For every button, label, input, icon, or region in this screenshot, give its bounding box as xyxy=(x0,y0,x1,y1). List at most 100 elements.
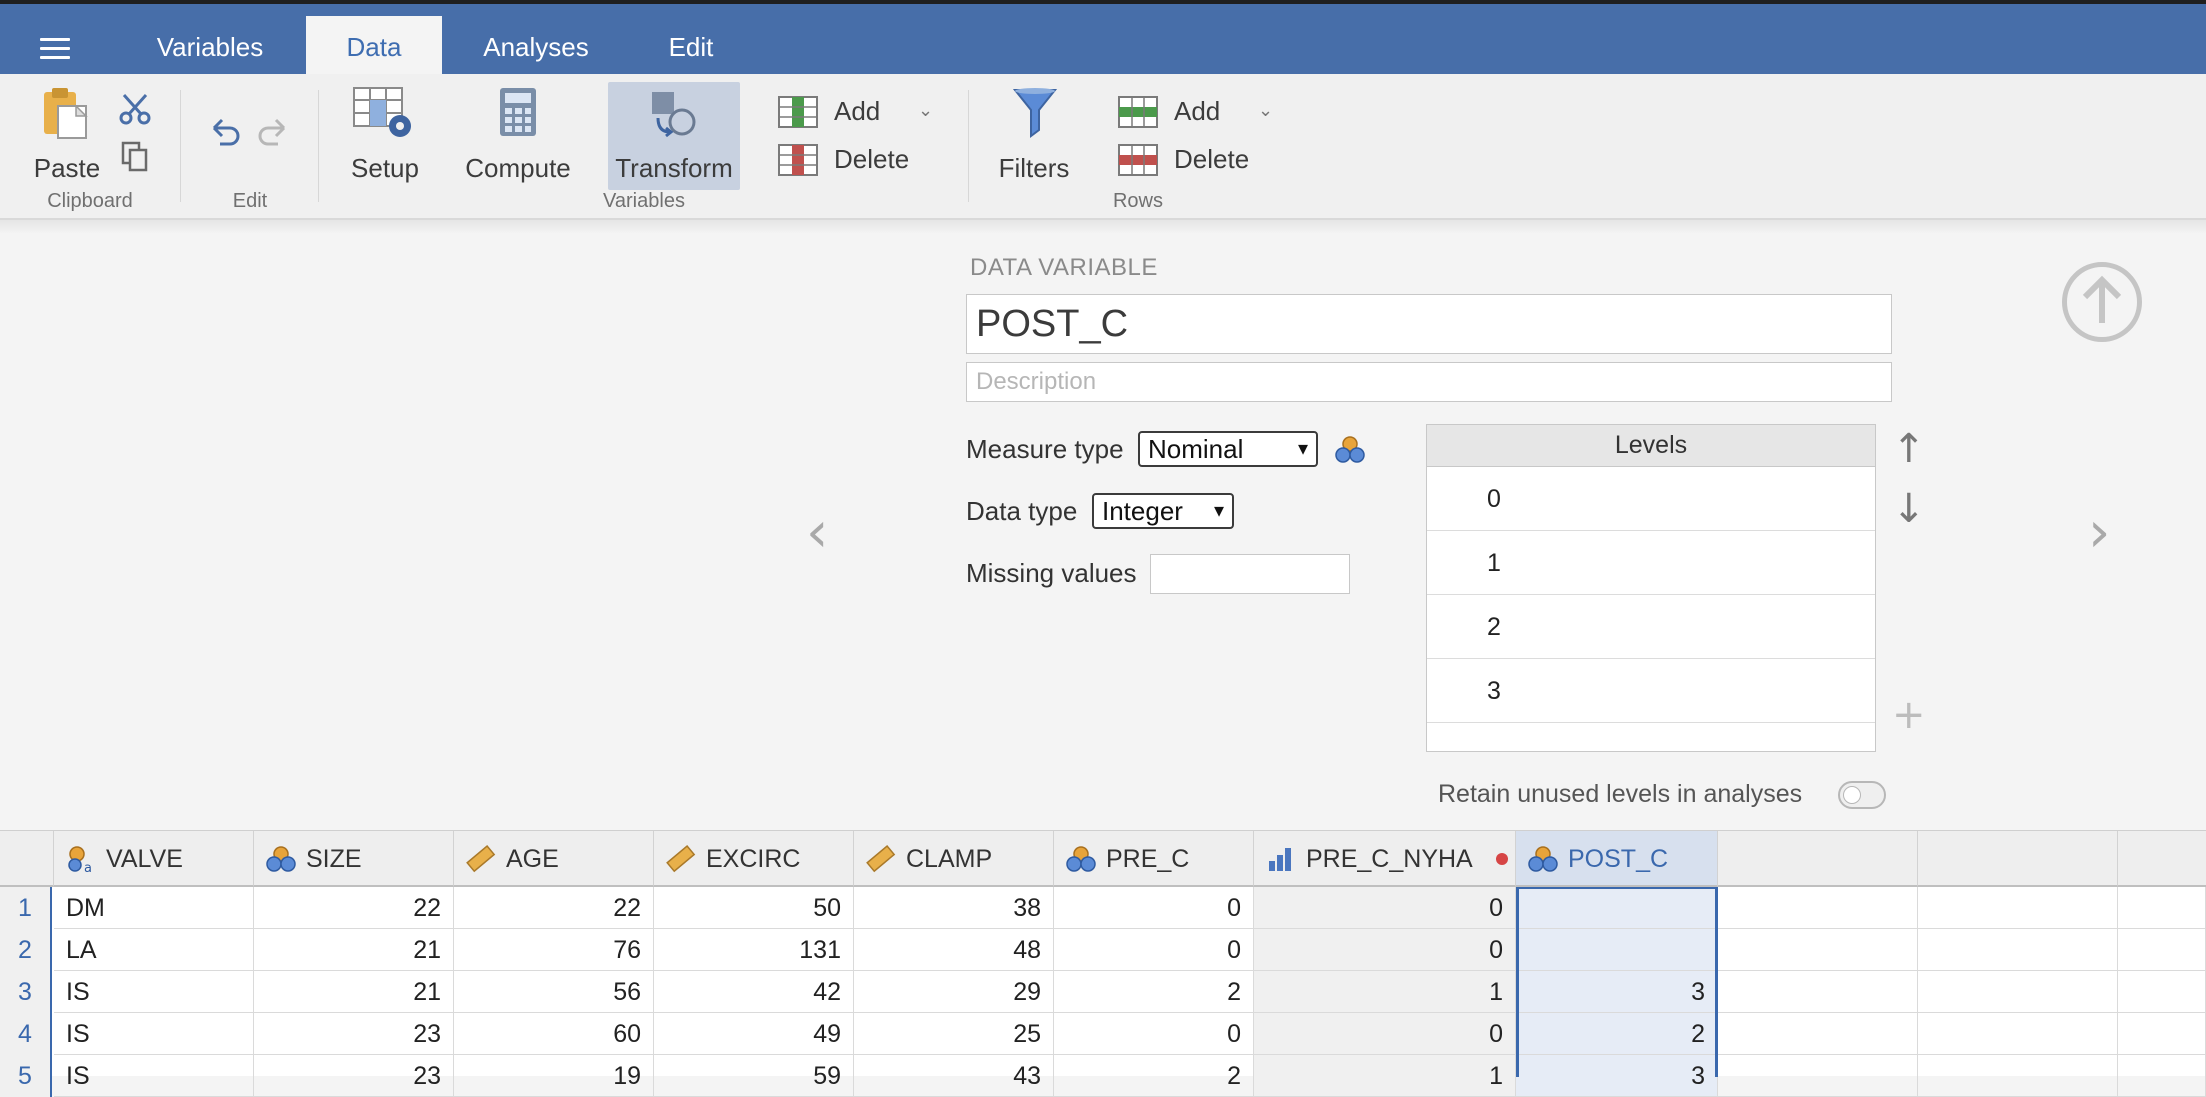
tab-variables[interactable]: Variables xyxy=(132,16,288,78)
table-cell[interactable]: 23 xyxy=(254,1013,454,1055)
tab-edit[interactable]: Edit xyxy=(646,16,736,78)
table-cell[interactable]: 0 xyxy=(1254,1013,1516,1055)
table-cell[interactable]: 49 xyxy=(654,1013,854,1055)
table-cell[interactable] xyxy=(2118,971,2206,1013)
column-header-empty[interactable] xyxy=(1918,831,2118,887)
previous-variable-chevron-left-icon[interactable]: ‹ xyxy=(806,500,828,565)
variable-description-input[interactable]: Description xyxy=(966,362,1892,402)
table-cell[interactable] xyxy=(1918,887,2118,929)
table-cell[interactable]: 0 xyxy=(1054,1013,1254,1055)
table-cell[interactable]: 29 xyxy=(854,971,1054,1013)
filters-button[interactable]: Filters xyxy=(990,84,1078,184)
table-cell[interactable]: IS xyxy=(54,971,254,1013)
copy-icon[interactable] xyxy=(120,140,150,174)
level-item[interactable]: 1 xyxy=(1427,531,1875,595)
column-header-valve[interactable]: a VALVE xyxy=(54,831,254,887)
cut-icon[interactable] xyxy=(118,92,152,126)
measure-type-select[interactable]: Nominal ▾ xyxy=(1138,431,1318,467)
table-cell[interactable] xyxy=(2118,1055,2206,1097)
add-row-button[interactable]: Add xyxy=(1174,96,1220,127)
table-cell[interactable]: 0 xyxy=(1254,887,1516,929)
column-header-empty[interactable] xyxy=(2118,831,2206,887)
table-cell[interactable]: 21 xyxy=(254,971,454,1013)
row-number[interactable]: 5 xyxy=(0,1055,52,1097)
row-number[interactable]: 2 xyxy=(0,929,52,971)
table-cell[interactable]: LA xyxy=(54,929,254,971)
table-cell[interactable] xyxy=(1718,1055,1918,1097)
tab-data[interactable]: Data xyxy=(306,16,442,78)
tab-analyses[interactable]: Analyses xyxy=(462,16,610,78)
table-cell[interactable] xyxy=(1918,971,2118,1013)
redo-icon[interactable] xyxy=(256,114,292,150)
setup-button[interactable]: Setup xyxy=(340,84,430,184)
table-cell[interactable] xyxy=(1718,971,1918,1013)
move-level-down-arrow-icon[interactable]: ↓ xyxy=(1892,486,1926,532)
table-cell[interactable]: 2 xyxy=(1054,1055,1254,1097)
add-row-icon[interactable] xyxy=(1118,96,1158,128)
add-row-chevron-down-icon[interactable]: ⌄ xyxy=(1258,100,1273,121)
table-cell[interactable]: 42 xyxy=(654,971,854,1013)
table-cell[interactable]: 50 xyxy=(654,887,854,929)
table-cell[interactable] xyxy=(1918,1055,2118,1097)
table-cell[interactable]: 48 xyxy=(854,929,1054,971)
table-cell[interactable]: 3 xyxy=(1516,971,1718,1013)
table-cell[interactable] xyxy=(1718,929,1918,971)
next-variable-chevron-right-icon[interactable]: › xyxy=(2088,500,2110,565)
undo-icon[interactable] xyxy=(206,114,242,150)
table-cell[interactable] xyxy=(2118,929,2206,971)
column-header-post-c[interactable]: POST_C xyxy=(1516,831,1718,887)
data-type-select[interactable]: Integer ▾ xyxy=(1092,493,1234,529)
hamburger-menu-icon[interactable] xyxy=(40,38,72,60)
table-cell[interactable]: 131 xyxy=(654,929,854,971)
table-cell[interactable] xyxy=(1918,929,2118,971)
table-cell[interactable]: 2 xyxy=(1516,1013,1718,1055)
column-header-excirc[interactable]: EXCIRC xyxy=(654,831,854,887)
column-header-pre-c-nyha[interactable]: PRE_C_NYHA xyxy=(1254,831,1516,887)
transform-button[interactable]: Transform xyxy=(608,84,740,184)
table-cell[interactable]: 0 xyxy=(1254,929,1516,971)
table-cell[interactable]: 60 xyxy=(454,1013,654,1055)
table-cell[interactable]: 3 xyxy=(1516,1055,1718,1097)
retain-unused-levels-toggle[interactable] xyxy=(1838,781,1886,809)
table-cell[interactable]: 56 xyxy=(454,971,654,1013)
level-item[interactable]: 3 xyxy=(1427,659,1875,723)
table-cell[interactable]: 38 xyxy=(854,887,1054,929)
missing-values-input[interactable] xyxy=(1150,554,1350,594)
table-cell[interactable]: 1 xyxy=(1254,971,1516,1013)
add-variable-chevron-down-icon[interactable]: ⌄ xyxy=(918,100,933,121)
compute-button[interactable]: Compute xyxy=(458,84,578,184)
table-cell[interactable]: 22 xyxy=(454,887,654,929)
row-number[interactable]: 4 xyxy=(0,1013,52,1055)
row-number[interactable]: 1 xyxy=(0,887,52,929)
add-variable-button[interactable]: Add xyxy=(834,96,880,127)
table-cell[interactable] xyxy=(1718,1013,1918,1055)
table-cell[interactable]: 0 xyxy=(1054,887,1254,929)
table-cell[interactable] xyxy=(1516,887,1718,929)
table-cell[interactable] xyxy=(1516,929,1718,971)
table-cell[interactable]: 0 xyxy=(1054,929,1254,971)
table-cell[interactable]: 43 xyxy=(854,1055,1054,1097)
table-cell[interactable]: 1 xyxy=(1254,1055,1516,1097)
row-number[interactable]: 3 xyxy=(0,971,52,1013)
variable-name-input[interactable]: POST_C xyxy=(966,294,1892,354)
collapse-editor-up-arrow-icon[interactable] xyxy=(2062,262,2142,342)
delete-variable-button[interactable]: Delete xyxy=(834,144,909,175)
table-cell[interactable]: DM xyxy=(54,887,254,929)
table-cell[interactable] xyxy=(2118,1013,2206,1055)
paste-button[interactable]: Paste xyxy=(20,84,114,184)
table-cell[interactable]: 76 xyxy=(454,929,654,971)
table-cell[interactable]: 19 xyxy=(454,1055,654,1097)
table-cell[interactable]: IS xyxy=(54,1055,254,1097)
column-header-clamp[interactable]: CLAMP xyxy=(854,831,1054,887)
table-cell[interactable]: 23 xyxy=(254,1055,454,1097)
delete-row-button[interactable]: Delete xyxy=(1174,144,1249,175)
level-item[interactable]: 0 xyxy=(1427,467,1875,531)
table-cell[interactable] xyxy=(2118,887,2206,929)
table-cell[interactable]: 59 xyxy=(654,1055,854,1097)
column-header-age[interactable]: AGE xyxy=(454,831,654,887)
add-level-plus-icon[interactable]: + xyxy=(1892,692,1926,738)
column-header-empty[interactable] xyxy=(1718,831,1918,887)
move-level-up-arrow-icon[interactable]: ↑ xyxy=(1892,426,1926,472)
table-cell[interactable]: IS xyxy=(54,1013,254,1055)
add-column-icon[interactable] xyxy=(778,96,818,128)
